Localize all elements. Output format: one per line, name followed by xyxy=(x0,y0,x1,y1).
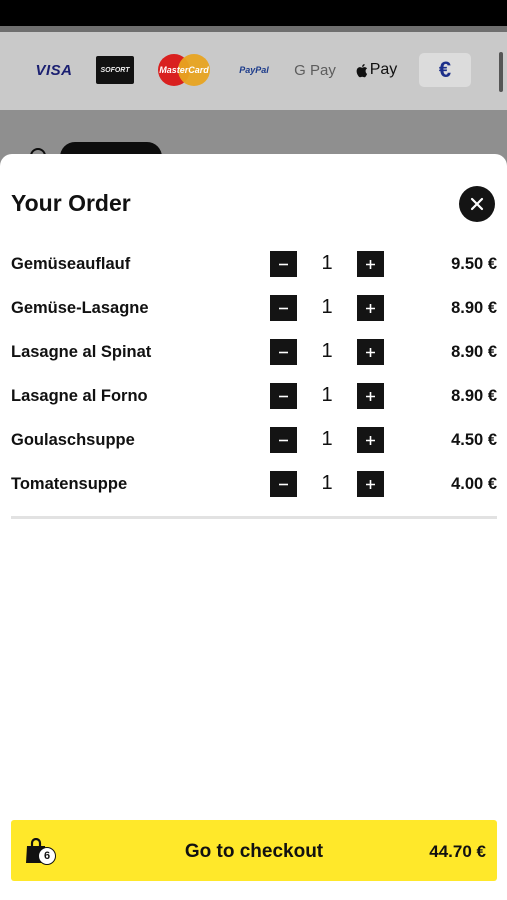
status-bar xyxy=(0,0,507,26)
increase-quantity-button[interactable] xyxy=(357,427,384,453)
item-price: 8.90 € xyxy=(451,387,497,405)
order-sheet: Your Order Gemüseauflauf 1 9.50 € Gemüse-La… xyxy=(0,154,507,900)
plus-icon xyxy=(366,435,375,445)
minus-icon xyxy=(279,395,288,397)
minus-icon xyxy=(279,483,288,485)
apple-icon xyxy=(356,63,367,77)
checkout-total: 44.70 € xyxy=(429,842,486,861)
item-name: Gemüse-Lasagne xyxy=(11,299,149,317)
item-price: 9.50 € xyxy=(451,255,497,273)
decrease-quantity-button[interactable] xyxy=(270,383,297,409)
order-item-row: Lasagne al Spinat 1 8.90 € xyxy=(0,330,507,374)
minus-icon xyxy=(279,351,288,353)
increase-quantity-button[interactable] xyxy=(357,383,384,409)
order-items-list: Gemüseauflauf 1 9.50 € Gemüse-Lasagne 1 8.90 … xyxy=(0,242,507,506)
item-quantity: 1 xyxy=(321,472,333,494)
increase-quantity-button[interactable] xyxy=(357,339,384,365)
checkout-button[interactable]: 6 Go to checkout 44.70 € xyxy=(11,820,497,881)
mastercard-text: MasterCard xyxy=(159,65,209,75)
decrease-quantity-button[interactable] xyxy=(270,251,297,277)
divider xyxy=(11,516,497,519)
payment-methods-strip: VISA SOFORT MasterCard PayPal G Pay Pay … xyxy=(0,32,507,110)
plus-icon xyxy=(366,479,375,489)
strip-scrollbar xyxy=(499,52,503,92)
plus-icon xyxy=(366,347,375,357)
order-item-row: Tomatensuppe 1 4.00 € xyxy=(0,462,507,506)
item-name: Tomatensuppe xyxy=(11,475,128,493)
mastercard-logo: MasterCard xyxy=(158,54,210,86)
item-quantity: 1 xyxy=(321,428,333,450)
item-price: 8.90 € xyxy=(451,343,497,361)
order-item-row: Gemüseauflauf 1 9.50 € xyxy=(0,242,507,286)
increase-quantity-button[interactable] xyxy=(357,295,384,321)
currency-button[interactable]: € xyxy=(419,53,471,87)
item-quantity: 1 xyxy=(321,296,333,318)
decrease-quantity-button[interactable] xyxy=(270,471,297,497)
plus-icon xyxy=(366,391,375,401)
decrease-quantity-button[interactable] xyxy=(270,295,297,321)
sofort-logo: SOFORT xyxy=(96,56,134,84)
minus-icon xyxy=(279,263,288,265)
paypal-logo: PayPal xyxy=(239,65,269,75)
visa-logo: VISA xyxy=(35,61,73,79)
close-icon xyxy=(470,197,484,211)
plus-icon xyxy=(366,303,375,313)
order-item-row: Lasagne al Forno 1 8.90 € xyxy=(0,374,507,418)
apple-pay-text: Pay xyxy=(369,61,398,78)
item-price: 8.90 € xyxy=(451,299,497,317)
google-pay-logo: G Pay xyxy=(294,61,336,79)
item-name: Lasagne al Forno xyxy=(11,387,148,405)
minus-icon xyxy=(279,307,288,309)
order-title: Your Order xyxy=(11,190,131,216)
checkout-label: Go to checkout xyxy=(184,841,324,862)
apple-pay-logo: Pay xyxy=(354,54,398,86)
item-name: Lasagne al Spinat xyxy=(11,343,152,361)
increase-quantity-button[interactable] xyxy=(357,251,384,277)
item-price: 4.50 € xyxy=(451,431,497,449)
item-price: 4.00 € xyxy=(451,475,497,493)
increase-quantity-button[interactable] xyxy=(357,471,384,497)
item-quantity: 1 xyxy=(321,252,333,274)
order-item-row: Gemüse-Lasagne 1 8.90 € xyxy=(0,286,507,330)
close-button[interactable] xyxy=(459,186,495,222)
decrease-quantity-button[interactable] xyxy=(270,339,297,365)
item-quantity: 1 xyxy=(321,340,333,362)
item-quantity: 1 xyxy=(321,384,333,406)
item-name: Gemüseauflauf xyxy=(11,255,131,273)
plus-icon xyxy=(366,259,375,269)
minus-icon xyxy=(279,439,288,441)
item-name: Goulaschsuppe xyxy=(11,431,135,449)
order-item-row: Goulaschsuppe 1 4.50 € xyxy=(0,418,507,462)
decrease-quantity-button[interactable] xyxy=(270,427,297,453)
